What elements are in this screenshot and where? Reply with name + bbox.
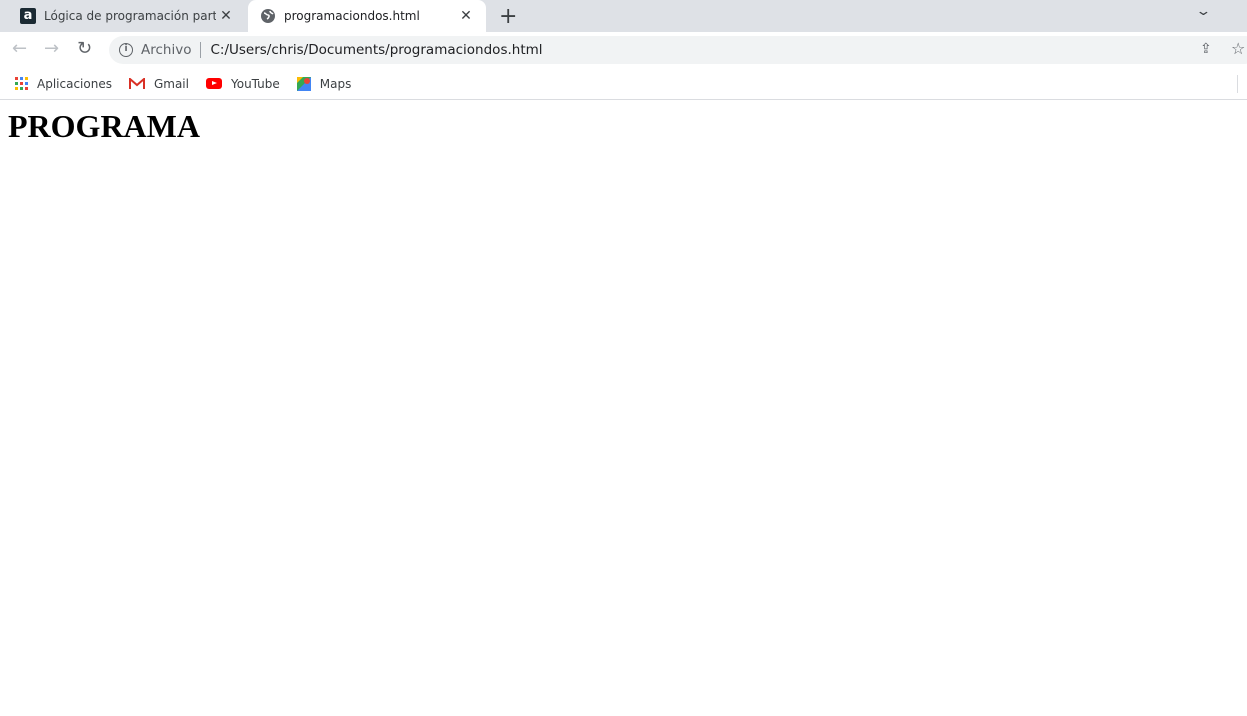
divider	[200, 42, 202, 58]
security-label: Archivo	[141, 42, 192, 58]
url-text[interactable]: C:/Users/chris/Documents/programaciondos…	[210, 42, 542, 58]
toolbar: ← → ↻ i Archivo C:/Users/chris/Documents…	[0, 32, 1247, 68]
bookmark-youtube[interactable]: YouTube	[205, 76, 280, 91]
divider	[1237, 75, 1238, 93]
bookmark-label: YouTube	[230, 76, 280, 91]
bookmark-aplicaciones[interactable]: Aplicaciones	[15, 77, 112, 91]
tab-title: programaciondos.html	[284, 9, 420, 23]
new-tab-plus-icon[interactable]: +	[499, 4, 517, 29]
bookmark-star-icon[interactable]: ☆	[1231, 39, 1245, 58]
bookmark-maps[interactable]: Maps	[296, 76, 352, 91]
page-heading: PROGRAMA	[8, 108, 200, 144]
bookmark-label: Gmail	[153, 76, 189, 91]
info-icon[interactable]: i	[119, 43, 133, 57]
globe-icon	[261, 9, 275, 23]
forward-arrow-icon[interactable]: →	[44, 38, 59, 59]
share-icon[interactable]: ⇪	[1200, 41, 1212, 57]
bookmark-label: Aplicaciones	[37, 76, 112, 91]
reload-icon[interactable]: ↻	[77, 38, 92, 59]
apps-grid-icon	[15, 77, 28, 90]
bookmark-label: Maps	[319, 76, 352, 91]
tab-programaciondos[interactable]: programaciondos.html ✕	[248, 0, 486, 32]
maps-icon	[296, 76, 311, 91]
gmail-icon	[128, 77, 145, 89]
tab-title: Lógica de programación parte 1: Pr	[44, 9, 216, 23]
back-arrow-icon[interactable]: ←	[12, 38, 27, 59]
tab-search-chevron-down-icon[interactable]: ⌄	[1195, 4, 1211, 19]
tab-strip: a Lógica de programación parte 1: Pr ✕ p…	[0, 0, 1247, 32]
close-tab-icon[interactable]: ✕	[216, 8, 236, 24]
bookmark-gmail[interactable]: Gmail	[128, 76, 189, 91]
youtube-icon	[205, 78, 222, 89]
bookmarks-bar: Aplicaciones Gmail YouTube Maps	[0, 68, 1247, 100]
close-tab-icon[interactable]: ✕	[456, 8, 476, 24]
tab-logica[interactable]: a Lógica de programación parte 1: Pr ✕	[8, 0, 246, 32]
alura-logo-icon: a	[20, 8, 36, 24]
address-bar[interactable]: i Archivo C:/Users/chris/Documents/progr…	[109, 36, 1247, 64]
